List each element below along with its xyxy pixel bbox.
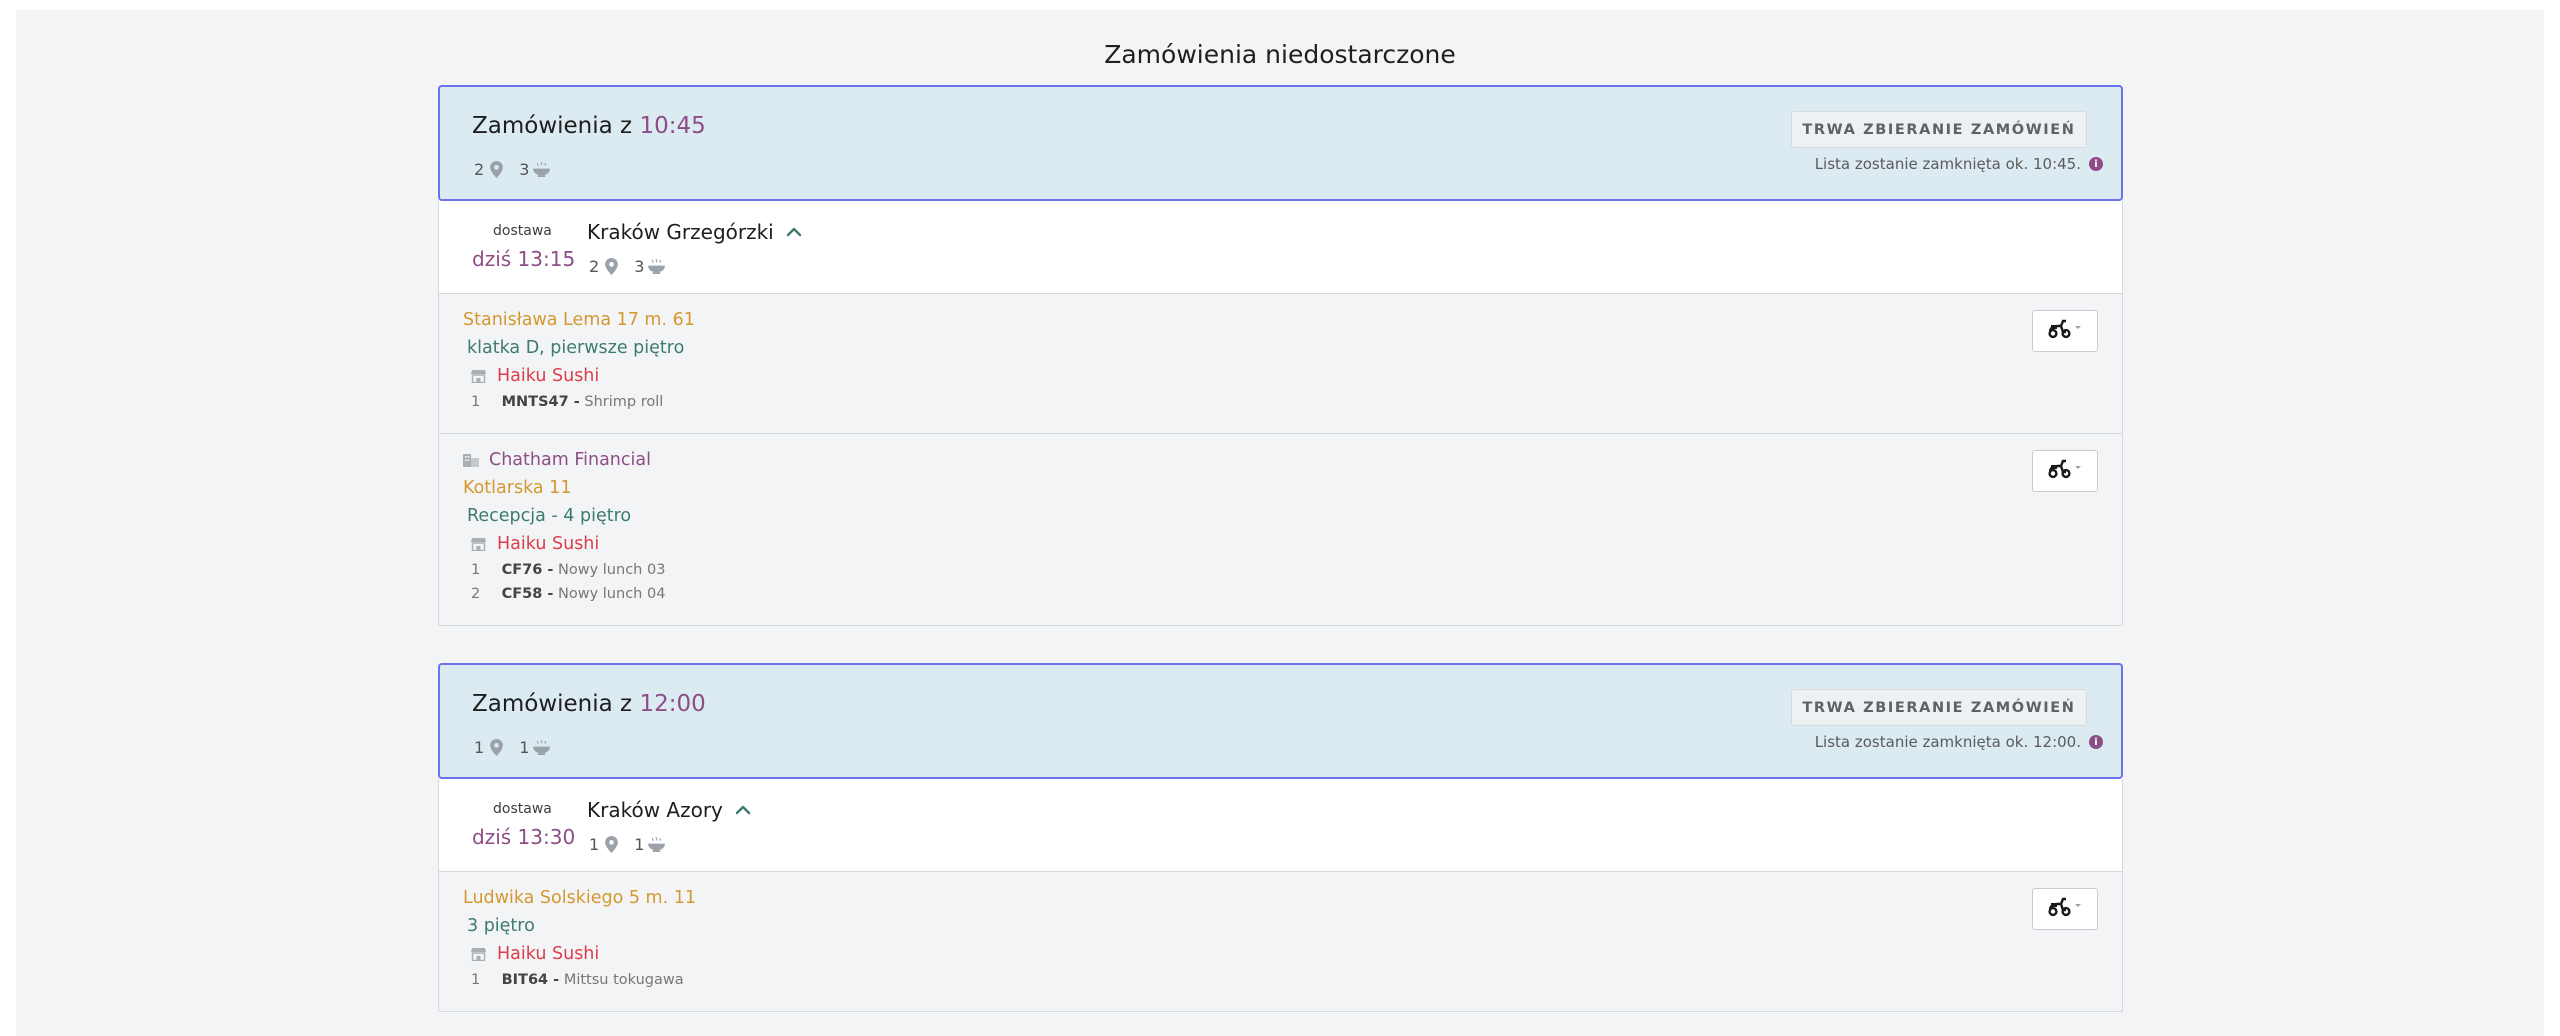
group-header: Zamówienia z 10:45 2 3 TRWA ZBIERANIE ZA…: [438, 85, 2123, 201]
chevron-up-icon[interactable]: [735, 805, 751, 815]
close-note: Lista zostanie zamknięta ok. 12:00. i: [1815, 733, 2103, 751]
order-address: Kotlarska 11: [463, 478, 572, 498]
item-code: MNTS47 -: [501, 394, 580, 410]
order-group: Zamówienia z 10:45 2 3 TRWA ZBIERANIE ZA…: [438, 85, 2123, 630]
route-name-text: Kraków Grzegórzki: [587, 220, 774, 244]
meal-count: 1: [634, 835, 645, 854]
order-card: Stanisława Lema 17 m. 61 klatka D, pierw…: [438, 294, 2123, 434]
order-item: 1 MNTS47 - Shrimp roll: [471, 394, 663, 410]
bowl-icon: [647, 836, 665, 854]
meal-count: 3: [634, 257, 645, 276]
group-stats: 1 1: [474, 738, 564, 757]
close-note-text: Lista zostanie zamknięta ok. 10:45.: [1814, 155, 2081, 173]
map-pin-icon: [602, 258, 620, 276]
info-icon[interactable]: i: [2089, 157, 2103, 171]
order-card: Chatham Financial Kotlarska 11 Recepcja …: [438, 434, 2123, 626]
assign-courier-button[interactable]: [2032, 310, 2098, 352]
delivery-time: dziś 13:15: [472, 247, 576, 271]
item-qty: 1: [471, 972, 481, 988]
item-name: Nowy lunch 03: [558, 562, 666, 578]
restaurant-name: Haiku Sushi: [497, 944, 600, 964]
page-title: Zamówienia niedostarczone: [1104, 40, 1456, 69]
item-code: CF76 -: [501, 562, 554, 578]
restaurant-name: Haiku Sushi: [497, 366, 600, 386]
order-item: 1 CF76 - Nowy lunch 03: [471, 562, 665, 578]
bowl-icon: [647, 258, 665, 276]
assign-courier-button[interactable]: [2032, 888, 2098, 930]
item-name: Mittsu tokugawa: [563, 972, 684, 988]
order-item: 1 BIT64 - Mittsu tokugawa: [471, 972, 684, 988]
delivery-label: dostawa: [493, 223, 552, 239]
restaurant-name: Haiku Sushi: [497, 534, 600, 554]
route-name[interactable]: Kraków Azory: [587, 798, 751, 822]
order-group: Zamówienia z 12:00 1 1 TRWA ZBIERANIE ZA…: [438, 663, 2123, 1025]
scooter-icon: [2047, 459, 2083, 483]
delivery-label: dostawa: [493, 801, 552, 817]
assign-courier-button[interactable]: [2032, 450, 2098, 492]
group-stats: 2 3: [474, 160, 564, 179]
info-icon[interactable]: i: [2089, 735, 2103, 749]
item-name: Nowy lunch 04: [558, 586, 666, 602]
route-card: dostawa dziś 13:30 Kraków Azory 1 1: [438, 779, 2123, 872]
route-stats: 2 3: [589, 257, 679, 276]
page-background: Zamówienia niedostarczone Zamówienia z 1…: [16, 10, 2544, 1036]
group-header: Zamówienia z 12:00 1 1 TRWA ZBIERANIE ZA…: [438, 663, 2123, 779]
location-count: 1: [474, 738, 485, 757]
map-pin-icon: [487, 161, 505, 179]
item-qty: 1: [471, 562, 481, 578]
location-count: 2: [589, 257, 600, 276]
bowl-icon: [532, 739, 550, 757]
storefront-icon: [471, 945, 491, 963]
item-code: CF58 -: [501, 586, 554, 602]
group-title: Zamówienia z 10:45: [472, 113, 706, 139]
group-title-prefix: Zamówienia z: [472, 113, 633, 139]
item-name: Shrimp roll: [584, 394, 664, 410]
delivery-time: dziś 13:30: [472, 825, 576, 849]
map-pin-icon: [487, 739, 505, 757]
order-details: klatka D, pierwsze piętro: [467, 338, 685, 358]
item-qty: 2: [471, 586, 481, 602]
chevron-up-icon[interactable]: [786, 227, 802, 237]
meal-count: 3: [519, 160, 530, 179]
order-details: 3 piętro: [467, 916, 535, 936]
group-title-prefix: Zamówienia z: [472, 691, 633, 717]
scooter-icon: [2047, 319, 2083, 343]
storefront-icon: [471, 367, 491, 385]
item-code: BIT64 -: [501, 972, 560, 988]
order-restaurant: Haiku Sushi: [471, 944, 599, 964]
group-time: 10:45: [639, 113, 706, 139]
location-count: 1: [589, 835, 600, 854]
meal-count: 1: [519, 738, 530, 757]
close-note-text: Lista zostanie zamknięta ok. 12:00.: [1814, 733, 2081, 751]
order-company: Chatham Financial: [463, 450, 651, 470]
close-note: Lista zostanie zamknięta ok. 10:45. i: [1815, 155, 2103, 173]
company-name: Chatham Financial: [489, 450, 651, 470]
item-qty: 1: [471, 394, 481, 410]
group-time: 12:00: [639, 691, 706, 717]
order-item: 2 CF58 - Nowy lunch 04: [471, 586, 665, 602]
order-card: Ludwika Solskiego 5 m. 11 3 piętro Haiku…: [438, 872, 2123, 1012]
scooter-icon: [2047, 897, 2083, 921]
order-restaurant: Haiku Sushi: [471, 534, 599, 554]
order-restaurant: Haiku Sushi: [471, 366, 599, 386]
route-stats: 1 1: [589, 835, 679, 854]
route-name[interactable]: Kraków Grzegórzki: [587, 220, 802, 244]
order-address: Ludwika Solskiego 5 m. 11: [463, 888, 697, 908]
building-icon: [463, 451, 483, 469]
collecting-orders-button[interactable]: TRWA ZBIERANIE ZAMÓWIEŃ: [1791, 111, 2087, 148]
order-details: Recepcja - 4 piętro: [467, 506, 632, 526]
route-name-text: Kraków Azory: [587, 798, 723, 822]
group-title: Zamówienia z 12:00: [472, 691, 706, 717]
route-card: dostawa dziś 13:15 Kraków Grzegórzki 2 3: [438, 201, 2123, 294]
storefront-icon: [471, 535, 491, 553]
map-pin-icon: [602, 836, 620, 854]
collecting-orders-button[interactable]: TRWA ZBIERANIE ZAMÓWIEŃ: [1791, 689, 2087, 726]
bowl-icon: [532, 161, 550, 179]
location-count: 2: [474, 160, 485, 179]
order-address: Stanisława Lema 17 m. 61: [463, 310, 695, 330]
